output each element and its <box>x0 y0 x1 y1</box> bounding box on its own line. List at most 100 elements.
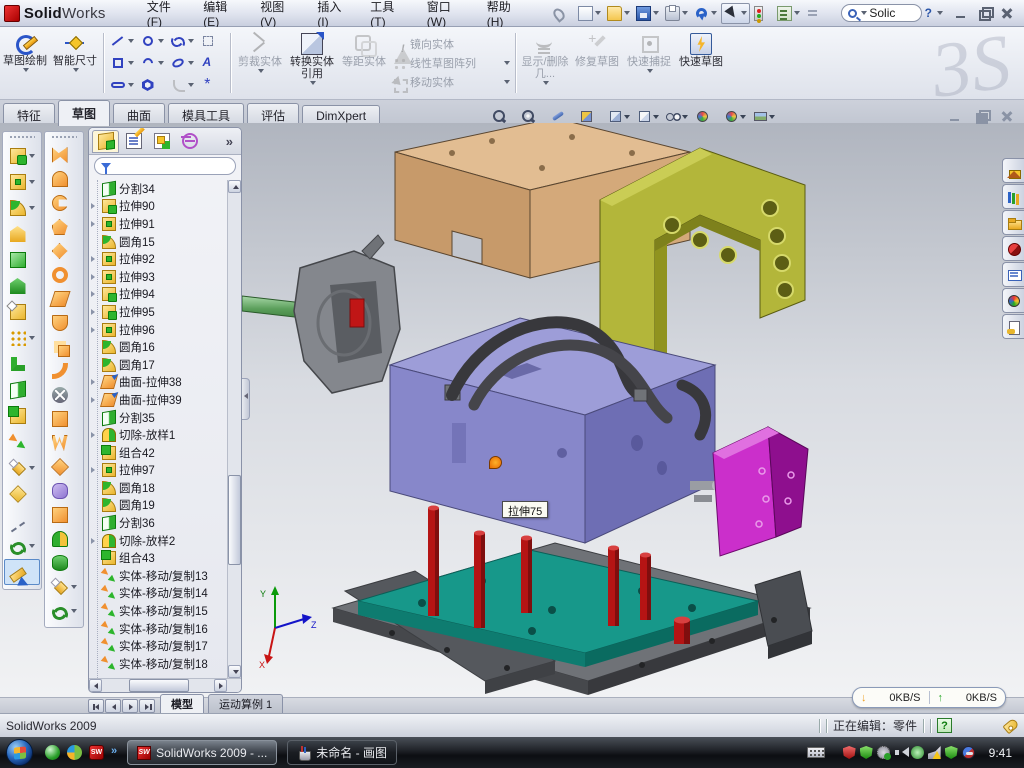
dropdown-caret-icon[interactable] <box>711 11 717 15</box>
tree-item[interactable]: 拉伸97 <box>89 462 227 480</box>
tree-item[interactable]: 拉伸94 <box>89 286 227 304</box>
tree-item[interactable]: 实体-移动/复制16 <box>89 620 227 638</box>
ribbon-tab[interactable]: 草图 <box>58 100 110 126</box>
doc-minimize-button[interactable] <box>947 109 964 124</box>
magenta-block-part[interactable] <box>713 427 808 556</box>
dropdown-caret-icon[interactable] <box>158 39 164 43</box>
tree-item[interactable]: 拉伸93 <box>89 268 227 286</box>
freeform-icon[interactable] <box>46 311 82 335</box>
tree-item[interactable]: 圆角16 <box>89 338 227 356</box>
display-style-icon[interactable] <box>635 108 661 125</box>
helix-curve-icon[interactable] <box>4 533 40 559</box>
polygon-tool-icon[interactable] <box>137 74 167 96</box>
document-tab[interactable]: 模型 <box>160 694 204 713</box>
file-explorer-icon[interactable] <box>1002 210 1024 235</box>
tree-item[interactable]: 曲面-拉伸38 <box>89 374 227 392</box>
next-tab-button[interactable] <box>122 699 138 713</box>
purple-mold-block-part[interactable] <box>390 318 720 543</box>
toolbar-drag-handle[interactable] <box>51 135 77 140</box>
tree-item[interactable]: 实体-移动/复制14 <box>89 585 227 603</box>
tab-dimxpert-manager[interactable] <box>176 130 203 153</box>
save-icon[interactable] <box>634 4 661 23</box>
dropdown-caret-icon[interactable] <box>258 69 264 73</box>
dropdown-caret-icon[interactable] <box>504 80 510 84</box>
previous-tab-button[interactable] <box>105 699 121 713</box>
dropdown-caret-icon[interactable] <box>29 466 35 470</box>
quicklaunch-chevron-icon[interactable]: » <box>111 745 117 760</box>
untrim-surface-icon[interactable] <box>46 407 82 431</box>
toolbar-drag-handle[interactable] <box>9 135 35 140</box>
selection-filter-icon[interactable] <box>804 4 831 23</box>
reference-point-icon[interactable] <box>4 455 40 481</box>
tab-feature-manager[interactable] <box>92 130 119 153</box>
help-icon[interactable]: ? <box>922 6 935 20</box>
ellipse-tool-icon[interactable] <box>167 52 197 74</box>
tree-item[interactable]: 拉伸91 <box>89 215 227 233</box>
tree-horizontal-scrollbar[interactable] <box>89 678 241 692</box>
panel-overflow-chevron[interactable]: » <box>226 134 233 149</box>
sketch-button[interactable]: 草图绘制 <box>0 27 50 99</box>
panel-splitter-handle[interactable] <box>242 378 250 420</box>
search-caret-icon[interactable] <box>861 11 867 15</box>
close-button[interactable] <box>999 6 1016 21</box>
tree-item[interactable]: 圆角19 <box>89 497 227 515</box>
defender-shield-icon[interactable] <box>945 746 958 759</box>
solidworks-search-icon[interactable] <box>1002 236 1024 261</box>
text-tool-icon[interactable] <box>197 52 227 74</box>
tree-filter-input[interactable] <box>94 157 236 175</box>
flex-icon[interactable] <box>46 143 82 167</box>
tree-item[interactable]: 实体-移动/复制17 <box>89 637 227 655</box>
repair-sketch-button[interactable]: 修复草图 <box>571 27 623 99</box>
design-library-icon[interactable] <box>1002 184 1024 209</box>
camera-view-icon[interactable] <box>751 108 777 125</box>
first-tab-button[interactable] <box>88 699 104 713</box>
dropdown-caret-icon[interactable] <box>653 115 659 119</box>
offset-entities-button[interactable]: 等距实体 <box>338 27 390 99</box>
boundary-surface-icon[interactable] <box>46 551 82 575</box>
last-tab-button[interactable] <box>139 699 155 713</box>
new-document-icon[interactable] <box>576 4 603 23</box>
dropdown-caret-icon[interactable] <box>653 11 659 15</box>
tree-item[interactable]: 实体-移动/复制18 <box>89 655 227 673</box>
resources-home-icon[interactable] <box>1002 158 1024 183</box>
dropdown-caret-icon[interactable] <box>682 11 688 15</box>
tree-item[interactable]: 分割35 <box>89 409 227 427</box>
dome-icon[interactable] <box>46 215 82 239</box>
tree-item[interactable]: 曲面-拉伸39 <box>89 391 227 409</box>
tree-item[interactable]: 拉伸96 <box>89 321 227 339</box>
dropdown-caret-icon[interactable] <box>682 115 688 119</box>
tree-item[interactable]: 切除-放样1 <box>89 426 227 444</box>
tree-item[interactable]: 实体-移动/复制13 <box>89 567 227 585</box>
boss-feature-icon[interactable] <box>4 247 40 273</box>
tree-vertical-scrollbar[interactable] <box>227 180 241 678</box>
dropdown-caret-icon[interactable] <box>188 83 194 87</box>
wrap-icon[interactable] <box>46 239 82 263</box>
zoom-area-icon[interactable] <box>519 108 545 125</box>
dropdown-caret-icon[interactable] <box>29 180 35 184</box>
revolved-surface-icon[interactable] <box>46 167 82 191</box>
trim-surface-icon[interactable] <box>46 455 82 479</box>
scene-icon[interactable] <box>722 108 748 125</box>
volume-icon[interactable] <box>894 746 907 759</box>
scroll-right-button[interactable] <box>214 679 227 692</box>
dropdown-caret-icon[interactable] <box>158 61 164 65</box>
rectangle-tool-icon[interactable] <box>107 52 137 74</box>
update-gear-icon[interactable] <box>877 746 890 759</box>
dropdown-caret-icon[interactable] <box>29 206 35 210</box>
spline-tool-icon[interactable] <box>167 30 197 52</box>
scroll-down-button[interactable] <box>228 665 241 678</box>
dropdown-caret-icon[interactable] <box>624 11 630 15</box>
rib-icon[interactable] <box>4 351 40 377</box>
dropdown-caret-icon[interactable] <box>188 39 194 43</box>
view-palette-icon[interactable] <box>1002 262 1024 287</box>
rebuild-traffic-light-icon[interactable] <box>752 4 773 23</box>
language-ball-icon[interactable] <box>962 746 975 759</box>
knit-surface-icon[interactable] <box>46 479 82 503</box>
tree-item[interactable]: 分割34 <box>89 180 227 198</box>
security-center-icon[interactable] <box>67 745 82 760</box>
tree-item[interactable]: 组合43 <box>89 549 227 567</box>
tree-item[interactable]: 实体-移动/复制15 <box>89 602 227 620</box>
doc-restore-button[interactable] <box>973 109 990 124</box>
dropdown-caret-icon[interactable] <box>310 81 316 85</box>
doc-close-button[interactable] <box>999 109 1016 124</box>
